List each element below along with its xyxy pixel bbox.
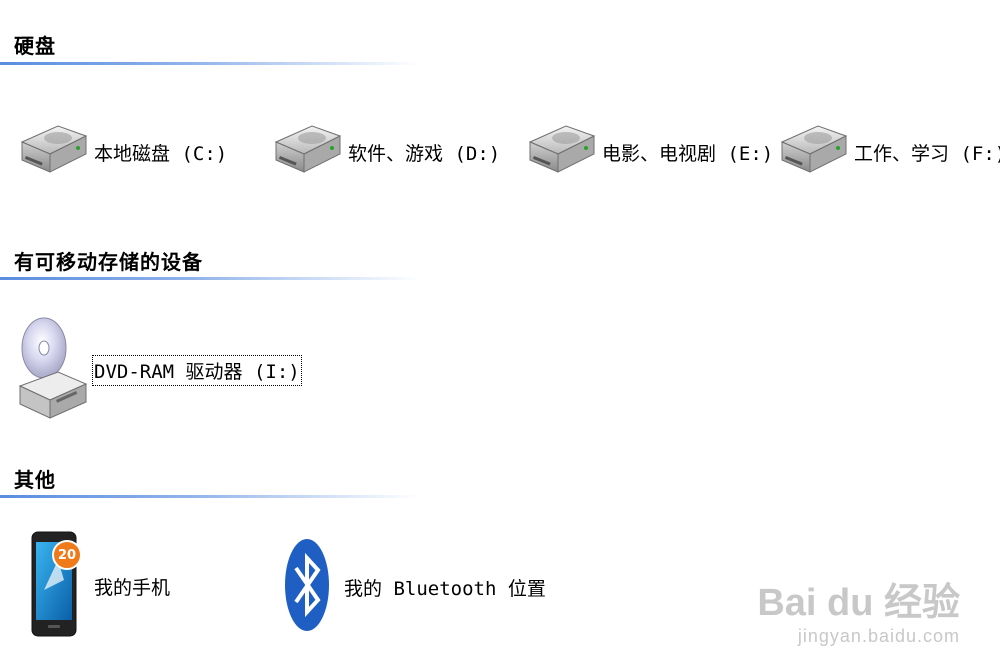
drive-label: 本地磁盘 (C:) — [94, 142, 228, 165]
hard-drive-icon — [18, 118, 90, 186]
item-label: 我的手机 — [94, 576, 171, 599]
drive-label: 软件、游戏 (D:) — [348, 142, 501, 165]
section-divider — [0, 277, 420, 280]
drive-d[interactable]: 软件、游戏 (D:) — [272, 118, 500, 186]
notification-badge: 20 — [52, 540, 82, 570]
item-label: 我的 Bluetooth 位置 — [344, 577, 546, 600]
dvd-drive-icon — [16, 314, 90, 426]
section-title-removable: 有可移动存储的设备 — [14, 250, 203, 274]
drive-e[interactable]: 电影、电视剧 (E:) — [526, 118, 773, 186]
section-divider — [0, 495, 420, 498]
drive-f[interactable]: 工作、学习 (F:) — [778, 118, 1000, 186]
hard-drive-icon — [272, 118, 344, 186]
watermark: Bai du 经验 jingyan.baidu.com — [757, 571, 960, 647]
watermark-logo: Bai du 经验 — [757, 582, 960, 624]
hard-drive-icon — [526, 118, 598, 186]
drive-label: DVD-RAM 驱动器 (I:) — [92, 354, 302, 386]
drive-c[interactable]: 本地磁盘 (C:) — [18, 118, 227, 186]
section-title-hard-disks: 硬盘 — [14, 34, 56, 58]
watermark-url: jingyan.baidu.com — [797, 626, 960, 646]
hard-drive-icon — [778, 118, 850, 186]
my-phone[interactable]: 20 我的手机 — [30, 530, 170, 642]
drive-label: 电影、电视剧 (E:) — [602, 142, 774, 165]
drive-i[interactable]: DVD-RAM 驱动器 (I:) — [16, 314, 302, 426]
section-title-other: 其他 — [14, 468, 56, 492]
my-bluetooth-places[interactable]: 我的 Bluetooth 位置 — [284, 538, 546, 636]
bluetooth-icon — [284, 538, 330, 636]
section-divider — [0, 62, 420, 65]
drive-label: 工作、学习 (F:) — [854, 142, 1000, 165]
phone-icon: 20 — [30, 530, 86, 642]
